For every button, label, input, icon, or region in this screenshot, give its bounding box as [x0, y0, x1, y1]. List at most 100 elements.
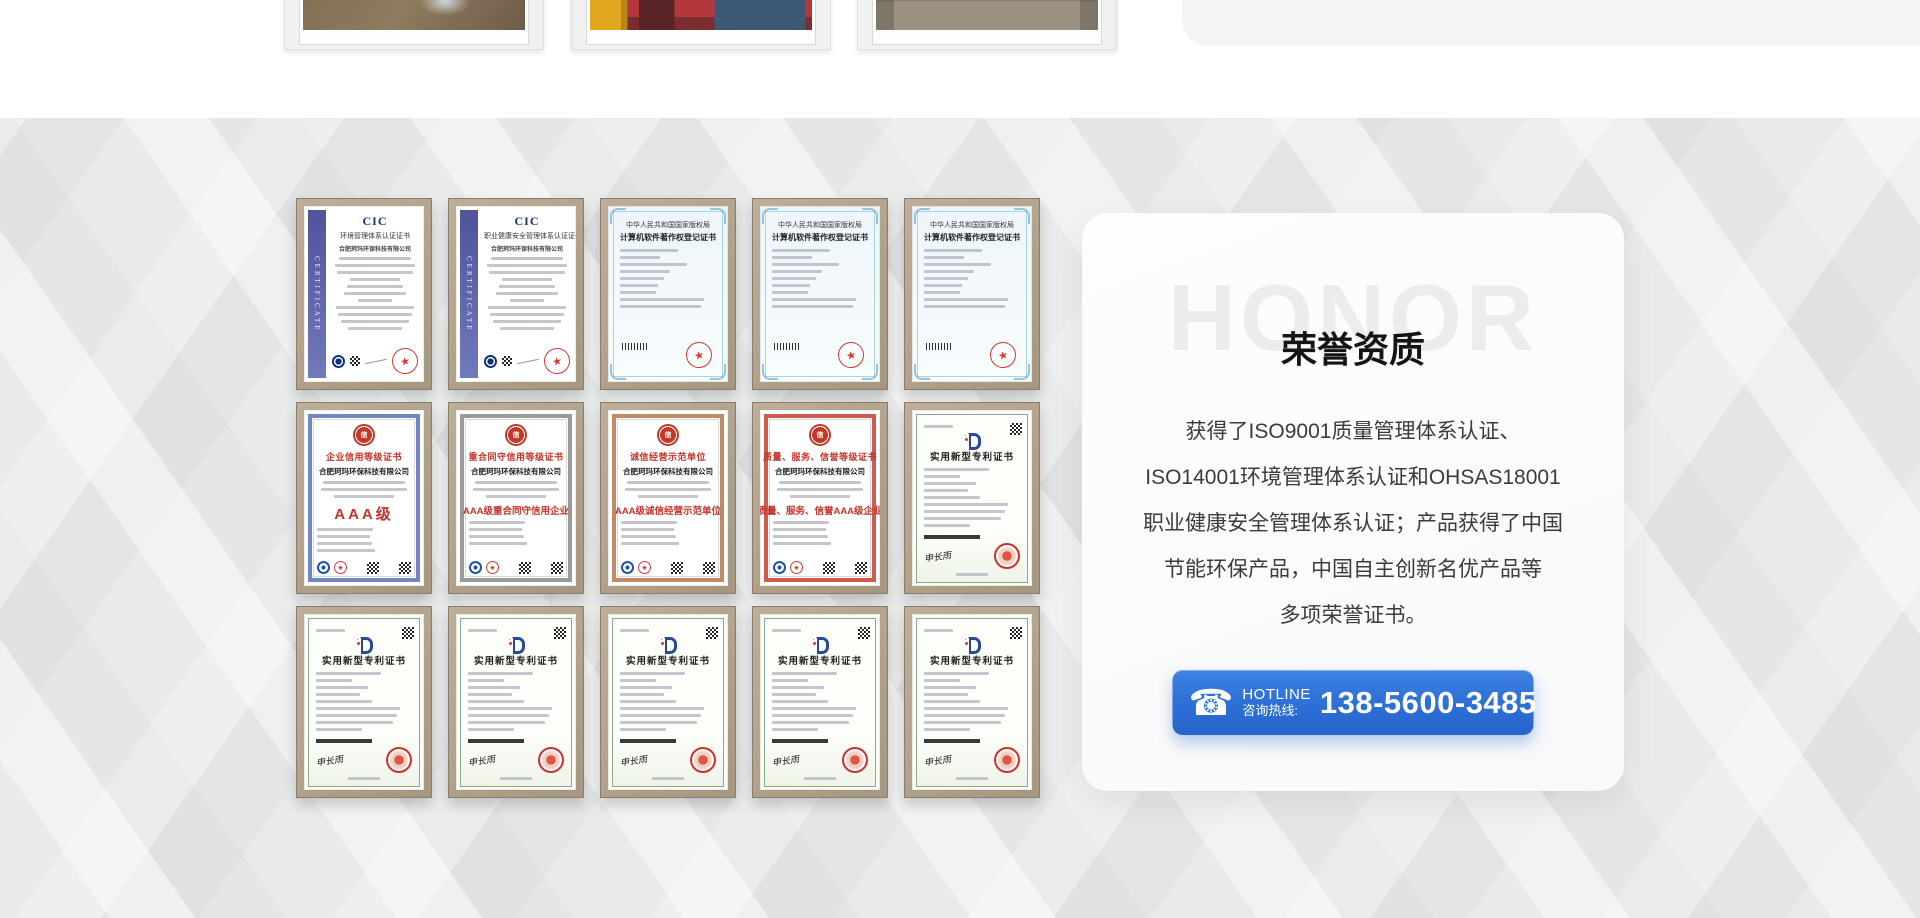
issuing-authority: 中华人民共和国国家版权局 [620, 220, 716, 230]
certificate[interactable]: CERTIFICATE CIC 环境管理体系认证证书 合肥珂玛环保科技有限公司 … [296, 198, 432, 390]
text-line [924, 714, 1005, 717]
project-photo-card[interactable] [857, 0, 1117, 50]
certificate[interactable]: 实用新型专利证书 申长雨 [752, 606, 888, 798]
text-line [772, 263, 839, 266]
certificate-paper: CERTIFICATE CIC 职业健康安全管理体系认证证书 合肥珂玛环保科技有… [456, 206, 576, 382]
qr-code-icon [1010, 423, 1022, 435]
certificate[interactable]: 实用新型专利证书 申长雨 [600, 606, 736, 798]
text-line [468, 714, 549, 717]
text-line [652, 777, 685, 780]
certificate-border: 实用新型专利证书 申长雨 [916, 618, 1028, 787]
text-line [956, 777, 989, 780]
certificate-title: 实用新型专利证书 [468, 653, 564, 667]
certificate[interactable]: 信 质量、服务、信誉等级证书 合肥珂玛环保科技有限公司 质量、服务、信誉AAA级… [752, 402, 888, 594]
cic-round-seal-icon [332, 355, 345, 368]
qr-code-icon [858, 627, 870, 639]
cic-round-seal-icon [484, 355, 497, 368]
text-line [621, 542, 679, 545]
text-line [335, 264, 414, 267]
hotline-number: 138-5600-3485 [1320, 685, 1537, 721]
text-line [358, 299, 392, 302]
cnipa-logo-icon [813, 636, 827, 650]
text-line [323, 481, 406, 484]
national-emblem-seal-icon [688, 745, 717, 774]
text-line [468, 629, 497, 632]
barcode-icon [924, 535, 980, 539]
certificate-paper: 中华人民共和国国家版权局 计算机软件著作权登记证书 ★ [912, 206, 1032, 382]
text-line [924, 277, 968, 280]
concrete-tank-pit-photo [876, 0, 1098, 30]
text-line [317, 535, 370, 538]
barcode-icon [774, 343, 800, 350]
text-line [620, 249, 678, 252]
text-line [772, 686, 824, 689]
text-line [772, 298, 856, 301]
certificate-title: 实用新型专利证书 [924, 449, 1020, 463]
text-line [487, 264, 566, 267]
text-line [500, 777, 533, 780]
certificate-title: 计算机软件著作权登记证书 [620, 232, 716, 243]
text-line [316, 629, 345, 632]
text-line [924, 510, 1005, 513]
certificate-border: 实用新型专利证书 申长雨 [916, 414, 1028, 583]
text-line [620, 305, 701, 308]
qr-code-icon [855, 562, 867, 574]
certificate[interactable]: 实用新型专利证书 申长雨 [904, 606, 1040, 798]
text-line [620, 693, 664, 696]
text-line [772, 305, 853, 308]
project-photo-card[interactable] [284, 0, 544, 50]
barcode-icon [316, 739, 372, 743]
award-level: 质量、服务、信誉AAA级企业 [760, 503, 880, 517]
certificate[interactable]: 实用新型专利证书 申长雨 [904, 402, 1040, 594]
text-line [620, 700, 676, 703]
honor-description-line: ISO14001环境管理体系认证和OHSAS18001 [1118, 455, 1588, 501]
certificate[interactable]: 信 诚信经营示范单位 合肥珂玛环保科技有限公司 AAA级诚信经营示范单位 ★ [600, 402, 736, 594]
text-line [620, 291, 656, 294]
certificate[interactable]: 中华人民共和国国家版权局 计算机软件著作权登记证书 ★ [752, 198, 888, 390]
text-line [336, 306, 413, 309]
photo-mat [872, 0, 1102, 45]
certificate-title: 计算机软件著作权登记证书 [924, 232, 1020, 243]
certificate-paper: 信 诚信经营示范单位 合肥珂玛环保科技有限公司 AAA级诚信经营示范单位 ★ [608, 410, 728, 586]
project-photo-card[interactable] [571, 0, 831, 50]
certificate-paper: 中华人民共和国国家版权局 计算机软件著作权登记证书 ★ [760, 206, 880, 382]
commissioner-signature: 申长雨 [619, 752, 648, 769]
certificate-border: 信 质量、服务、信誉等级证书 合肥珂玛环保科技有限公司 质量、服务、信誉AAA级… [764, 414, 876, 582]
text-line [773, 535, 828, 538]
certificate-title: 计算机软件著作权登记证书 [772, 232, 868, 243]
text-line [924, 270, 974, 273]
text-line [772, 672, 837, 675]
text-line [350, 278, 400, 281]
red-star-seal-icon: ★ [836, 340, 867, 371]
certificate[interactable]: 实用新型专利证书 申长雨 [448, 606, 584, 798]
text-line [924, 679, 960, 682]
text-line [486, 495, 546, 498]
text-line [347, 285, 404, 288]
certificate[interactable]: 信 重合同守信用等级证书 合肥珂玛环保科技有限公司 AAA级重合同守信用企业 ★ [448, 402, 584, 594]
text-line [620, 707, 704, 710]
certificate[interactable]: 实用新型专利证书 申长雨 [296, 606, 432, 798]
certificate-border: 信 诚信经营示范单位 合肥珂玛环保科技有限公司 AAA级诚信经营示范单位 ★ [612, 414, 724, 582]
text-line [772, 629, 801, 632]
text-line [469, 521, 525, 524]
red-star-seal-icon: ★ [790, 561, 803, 574]
text-line [316, 707, 400, 710]
text-line [468, 707, 552, 710]
hotline-button[interactable]: ☎ HOTLINE 咨询热线: 138-5600-3485 [1173, 670, 1534, 735]
text-line [924, 475, 960, 478]
signature [365, 358, 387, 364]
certificate[interactable]: 信 企业信用等级证书 合肥珂玛环保科技有限公司 AAA级 ★ [296, 402, 432, 594]
certificate[interactable]: 中华人民共和国国家版权局 计算机软件著作权登记证书 ★ [600, 198, 736, 390]
company-name: 合肥珂玛环保科技有限公司 [319, 466, 409, 477]
text-line [772, 721, 849, 724]
red-star-seal-icon: ★ [542, 346, 573, 377]
certificate[interactable]: CERTIFICATE CIC 职业健康安全管理体系认证证书 合肥珂玛环保科技有… [448, 198, 584, 390]
certificate[interactable]: 中华人民共和国国家版权局 计算机软件著作权登记证书 ★ [904, 198, 1040, 390]
text-line [772, 270, 822, 273]
certificate-title: 重合同守信用等级证书 [469, 450, 564, 463]
text-line [924, 707, 1008, 710]
text-line [924, 249, 982, 252]
hotline-labels: HOTLINE 咨询热线: [1242, 686, 1311, 718]
credit-emblem-icon: 信 [353, 424, 375, 446]
text-line [772, 714, 853, 717]
